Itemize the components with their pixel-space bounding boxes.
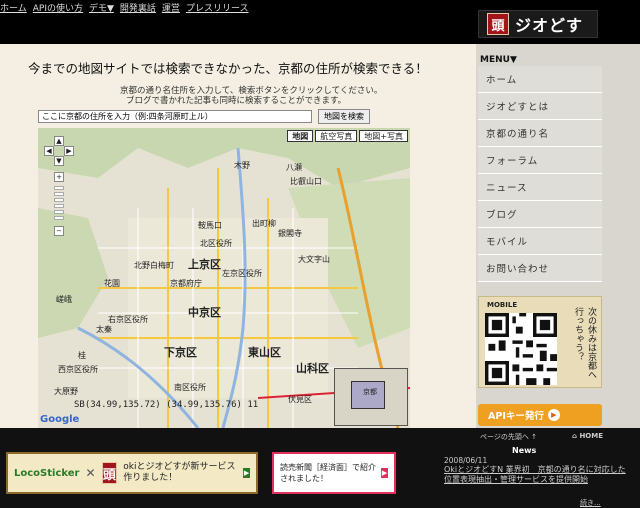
news-title: News bbox=[512, 446, 537, 455]
google-logo: Google bbox=[40, 414, 80, 425]
map-label: 下京区 bbox=[164, 346, 197, 359]
map-label: 大原野 bbox=[54, 387, 78, 396]
sidebar-item-home[interactable]: ホーム bbox=[478, 66, 602, 93]
zoom-level-mark[interactable] bbox=[54, 216, 64, 220]
nav-home[interactable]: ホーム bbox=[0, 1, 27, 14]
map-label: 桂 bbox=[78, 351, 86, 360]
map-label: 花園 bbox=[104, 279, 120, 288]
mobile-label: MOBILE bbox=[487, 301, 518, 309]
locosticker-logo: LocoSticker bbox=[14, 467, 80, 479]
seal-icon: 頭 bbox=[101, 462, 118, 484]
footer-home-link[interactable]: ⌂ HOME bbox=[572, 432, 603, 440]
map-type-hybrid[interactable]: 地図+写真 bbox=[359, 130, 408, 142]
pan-left-icon[interactable]: ◀ bbox=[44, 146, 54, 156]
map-label: 鞍馬口 bbox=[198, 221, 222, 230]
nav-press-release[interactable]: プレスリリース bbox=[186, 1, 249, 14]
zoom-level-mark[interactable] bbox=[54, 186, 64, 190]
map-search-button[interactable]: 地図を検索 bbox=[318, 109, 370, 124]
map-type-satellite[interactable]: 航空写真 bbox=[315, 130, 358, 142]
map-label: 山科区 bbox=[296, 362, 329, 375]
pan-up-icon[interactable]: ▲ bbox=[54, 136, 64, 146]
zoom-out-icon[interactable]: − bbox=[54, 226, 64, 236]
mobile-promo: MOBILE 次の休みは京都へ行っちゃう？ bbox=[478, 296, 602, 388]
zoom-level-mark[interactable] bbox=[54, 210, 64, 214]
top-nav: ホーム APIの使い方 デモ▼ 開発裏話 運営 プレスリリース bbox=[0, 1, 249, 14]
cross-icon: ✕ bbox=[85, 466, 96, 480]
map-type-map[interactable]: 地図 bbox=[287, 130, 314, 142]
map-label: 比叡山口 bbox=[290, 177, 322, 186]
nav-demo[interactable]: デモ▼ bbox=[89, 1, 114, 14]
map-label: 左京区役所 bbox=[222, 269, 262, 278]
nav-api-usage[interactable]: APIの使い方 bbox=[33, 1, 83, 14]
zoom-level-mark[interactable] bbox=[54, 192, 64, 196]
zoom-level-mark[interactable] bbox=[54, 198, 64, 202]
map-label: 中京区 bbox=[188, 306, 221, 319]
zoom-in-icon[interactable]: + bbox=[54, 172, 64, 182]
map-coordinates: SB(34.99,135.72) (34.99,135.76) 11 bbox=[74, 400, 259, 410]
logo-text: ジオどす bbox=[515, 16, 584, 35]
address-search-input[interactable] bbox=[38, 110, 312, 123]
api-key-button[interactable]: APIキー発行 ▶ bbox=[478, 404, 602, 426]
locosticker-banner[interactable]: LocoSticker ✕ 頭 okiとジオどすが新サービス作りました！ ▶ bbox=[6, 452, 258, 494]
banner-text: okiとジオどすが新サービス作りました！ bbox=[123, 462, 236, 483]
nav-operation[interactable]: 運営 bbox=[162, 1, 180, 14]
qr-code-icon bbox=[485, 313, 557, 385]
page-headline: 今までの地図サイトでは検索できなかった、京都の住所が検索できる！ bbox=[28, 61, 428, 76]
map-label: 北野白梅町 bbox=[134, 261, 174, 270]
map-type-switcher: 地図 航空写真 地図+写真 bbox=[287, 130, 408, 142]
news-link[interactable]: OkiとジオどすN 業界初 京都の通り名に対応した位置表現抽出・管理サービスを提… bbox=[444, 465, 630, 485]
map-label: 上京区 bbox=[188, 258, 221, 271]
overview-map[interactable]: 京都 bbox=[334, 368, 408, 426]
sidebar-item-forum[interactable]: フォーラム bbox=[478, 147, 602, 174]
sidebar-item-street-names[interactable]: 京都の通り名 bbox=[478, 120, 602, 147]
map-label: 伏見区 bbox=[288, 395, 312, 404]
footer: ページの先頭へ ↑ ⌂ HOME LocoSticker ✕ 頭 okiとジオど… bbox=[0, 428, 640, 508]
description-line-2: ブログで書かれた記事も同時に検索することができます。 bbox=[126, 96, 347, 106]
map-label: 銀閣寺 bbox=[278, 229, 302, 238]
arrow-right-icon: ▶ bbox=[381, 468, 388, 478]
sidebar-item-about[interactable]: ジオどすとは bbox=[478, 93, 602, 120]
sidebar-item-news[interactable]: ニュース bbox=[478, 174, 602, 201]
sidebar-item-contact[interactable]: お問い合わせ bbox=[478, 255, 602, 282]
map-view[interactable]: 地図 航空写真 地図+写真 ▲ ◀ ▶ ▼ + − 木野 八瀬 比叡山口 大文字… bbox=[38, 128, 410, 428]
map-label: 太秦 bbox=[96, 325, 112, 334]
map-label: 南区役所 bbox=[174, 383, 206, 392]
overview-label: 京都 bbox=[363, 388, 377, 396]
banner-text: 読売新聞［経済面］で紹介されました！ bbox=[280, 463, 376, 483]
map-label: 北区役所 bbox=[200, 239, 232, 248]
arrow-right-icon: ▶ bbox=[547, 409, 560, 421]
map-label: 八瀬 bbox=[286, 163, 302, 172]
arrow-right-icon: ▶ bbox=[243, 468, 250, 478]
seal-icon: 頭 bbox=[487, 13, 509, 35]
top-bar: ホーム APIの使い方 デモ▼ 開発裏話 運営 プレスリリース 頭 ジオどす bbox=[0, 0, 640, 44]
news-more-link[interactable]: 続き... bbox=[580, 498, 601, 508]
site-logo[interactable]: 頭 ジオどす bbox=[478, 10, 598, 38]
map-label: 京都府庁 bbox=[170, 279, 202, 288]
nav-dev-story[interactable]: 開発裏話 bbox=[120, 1, 156, 14]
sidebar-item-mobile[interactable]: モバイル bbox=[478, 228, 602, 255]
page-top-link[interactable]: ページの先頭へ ↑ bbox=[480, 432, 537, 442]
news-date: 2008/06/11 bbox=[444, 456, 488, 465]
api-key-label: APIキー発行 bbox=[488, 411, 544, 422]
pan-down-icon[interactable]: ▼ bbox=[54, 156, 64, 166]
menu-title: MENU▼ bbox=[480, 55, 517, 65]
pan-right-icon[interactable]: ▶ bbox=[64, 146, 74, 156]
map-label: 東山区 bbox=[248, 346, 281, 359]
map-label: 木野 bbox=[234, 161, 250, 170]
map-label: 大文字山 bbox=[298, 255, 330, 264]
sidebar-item-blog[interactable]: ブログ bbox=[478, 201, 602, 228]
map-label: 西京区役所 bbox=[58, 365, 98, 374]
yomiuri-banner[interactable]: 読売新聞［経済面］で紹介されました！ ▶ bbox=[272, 452, 396, 494]
zoom-level-mark[interactable] bbox=[54, 204, 64, 208]
main-content: 今までの地図サイトでは検索できなかった、京都の住所が検索できる！ 京都の通り名住… bbox=[0, 44, 476, 428]
map-label: 出町柳 bbox=[252, 219, 276, 228]
map-label: 右京区役所 bbox=[108, 315, 148, 324]
map-label: 嵯峨 bbox=[56, 295, 72, 304]
mobile-promo-text: 次の休みは京都へ行っちゃう？ bbox=[573, 307, 596, 379]
